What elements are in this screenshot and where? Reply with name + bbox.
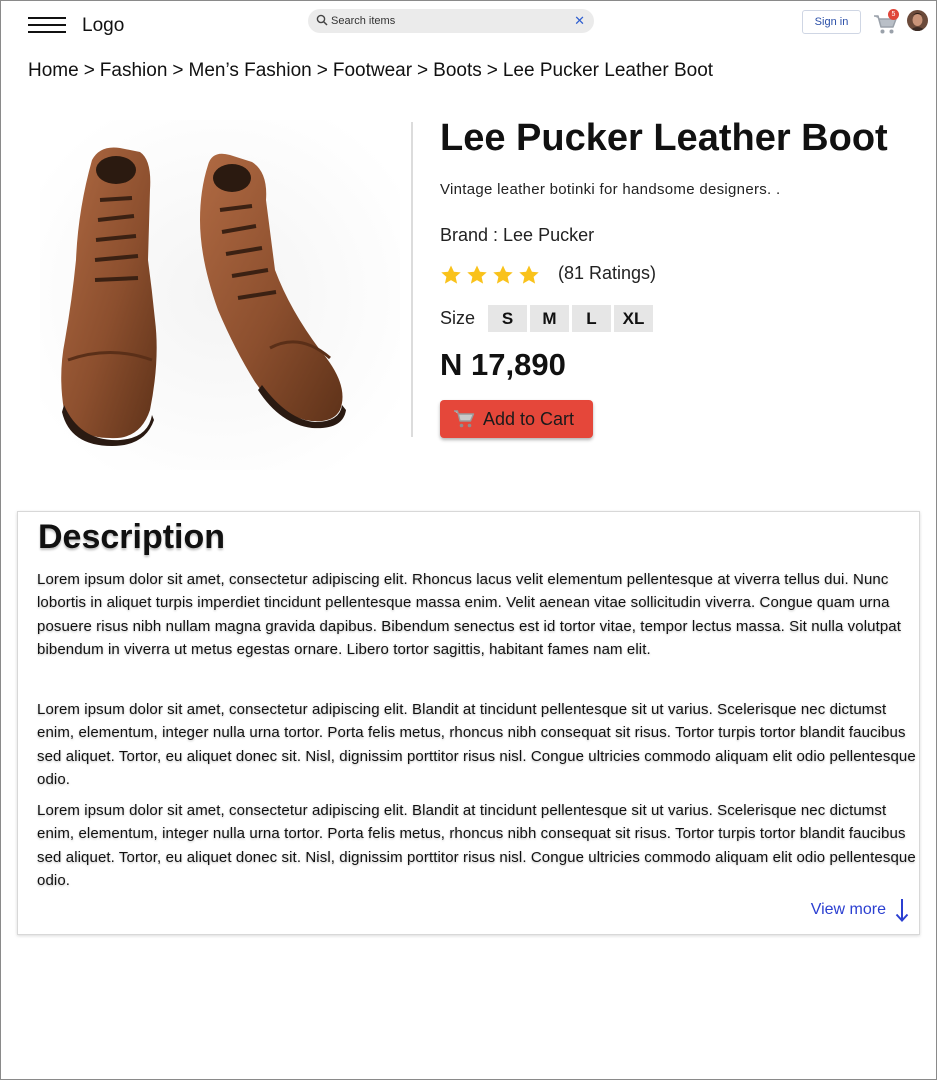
add-to-cart-label: Add to Cart — [483, 408, 575, 429]
view-more-link[interactable]: View more — [811, 898, 909, 922]
cart-icon — [454, 410, 475, 428]
size-option-l[interactable]: L — [572, 305, 611, 332]
size-option-xl[interactable]: XL — [614, 305, 653, 332]
ratings-count[interactable]: (81 Ratings) — [558, 263, 656, 284]
breadcrumb-home[interactable]: Home — [28, 60, 79, 81]
breadcrumb-separator: > — [172, 60, 184, 81]
cart-count-badge: 5 — [888, 9, 899, 20]
logo[interactable]: Logo — [82, 15, 124, 37]
size-option-m[interactable]: M — [530, 305, 569, 332]
description-paragraph: Lorem ipsum dolor sit amet, consectetur … — [37, 701, 916, 788]
breadcrumb-separator: > — [486, 60, 498, 81]
size-options: S M L XL — [488, 305, 653, 332]
breadcrumb-boots[interactable]: Boots — [433, 60, 482, 81]
hamburger-menu-icon[interactable] — [28, 17, 66, 33]
breadcrumb: Home > Fashion > Men’s Fashion > Footwear > Boot… — [28, 60, 713, 82]
breadcrumb-current: Lee Pucker Leather Boot — [502, 60, 714, 81]
breadcrumb-separator: > — [83, 60, 95, 81]
view-more-label: View more — [810, 901, 886, 918]
breadcrumb-separator: > — [316, 60, 328, 81]
description-panel: Description Lorem ipsum dolor sit amet, … — [17, 511, 920, 935]
description-paragraph: Lorem ipsum dolor sit amet, consectetur … — [37, 802, 916, 889]
star-icon — [467, 265, 487, 284]
product-image — [40, 120, 400, 470]
add-to-cart-button[interactable]: Add to Cart — [440, 400, 593, 438]
clear-search-icon[interactable]: ✕ — [574, 13, 585, 29]
search-input[interactable] — [331, 11, 571, 31]
product-title: Lee Pucker Leather Boot — [440, 117, 888, 159]
size-option-s[interactable]: S — [488, 305, 527, 332]
product-brand: Brand : Lee Pucker — [440, 225, 595, 245]
sign-in-button[interactable]: Sign in — [802, 10, 861, 34]
star-icon — [441, 265, 461, 284]
vertical-divider — [411, 122, 413, 437]
search-icon — [316, 14, 328, 26]
star-icon — [519, 265, 539, 284]
breadcrumb-fashion[interactable]: Fashion — [100, 60, 168, 81]
breadcrumb-separator: > — [417, 60, 429, 81]
description-title: Description — [38, 518, 226, 556]
star-icon — [493, 265, 513, 284]
product-price: N 17,890 — [440, 347, 566, 382]
arrow-down-icon — [895, 899, 909, 922]
rating-stars — [440, 264, 544, 286]
description-paragraph: Lorem ipsum dolor sit amet, consectetur … — [37, 571, 901, 658]
breadcrumb-footwear[interactable]: Footwear — [333, 60, 412, 81]
breadcrumb-mens-fashion[interactable]: Men’s Fashion — [189, 60, 312, 81]
search-bar: ✕ — [308, 9, 594, 33]
product-tagline: Vintage leather botinki for handsome des… — [440, 181, 781, 198]
size-label: Size — [440, 308, 476, 328]
user-avatar[interactable] — [907, 10, 928, 31]
